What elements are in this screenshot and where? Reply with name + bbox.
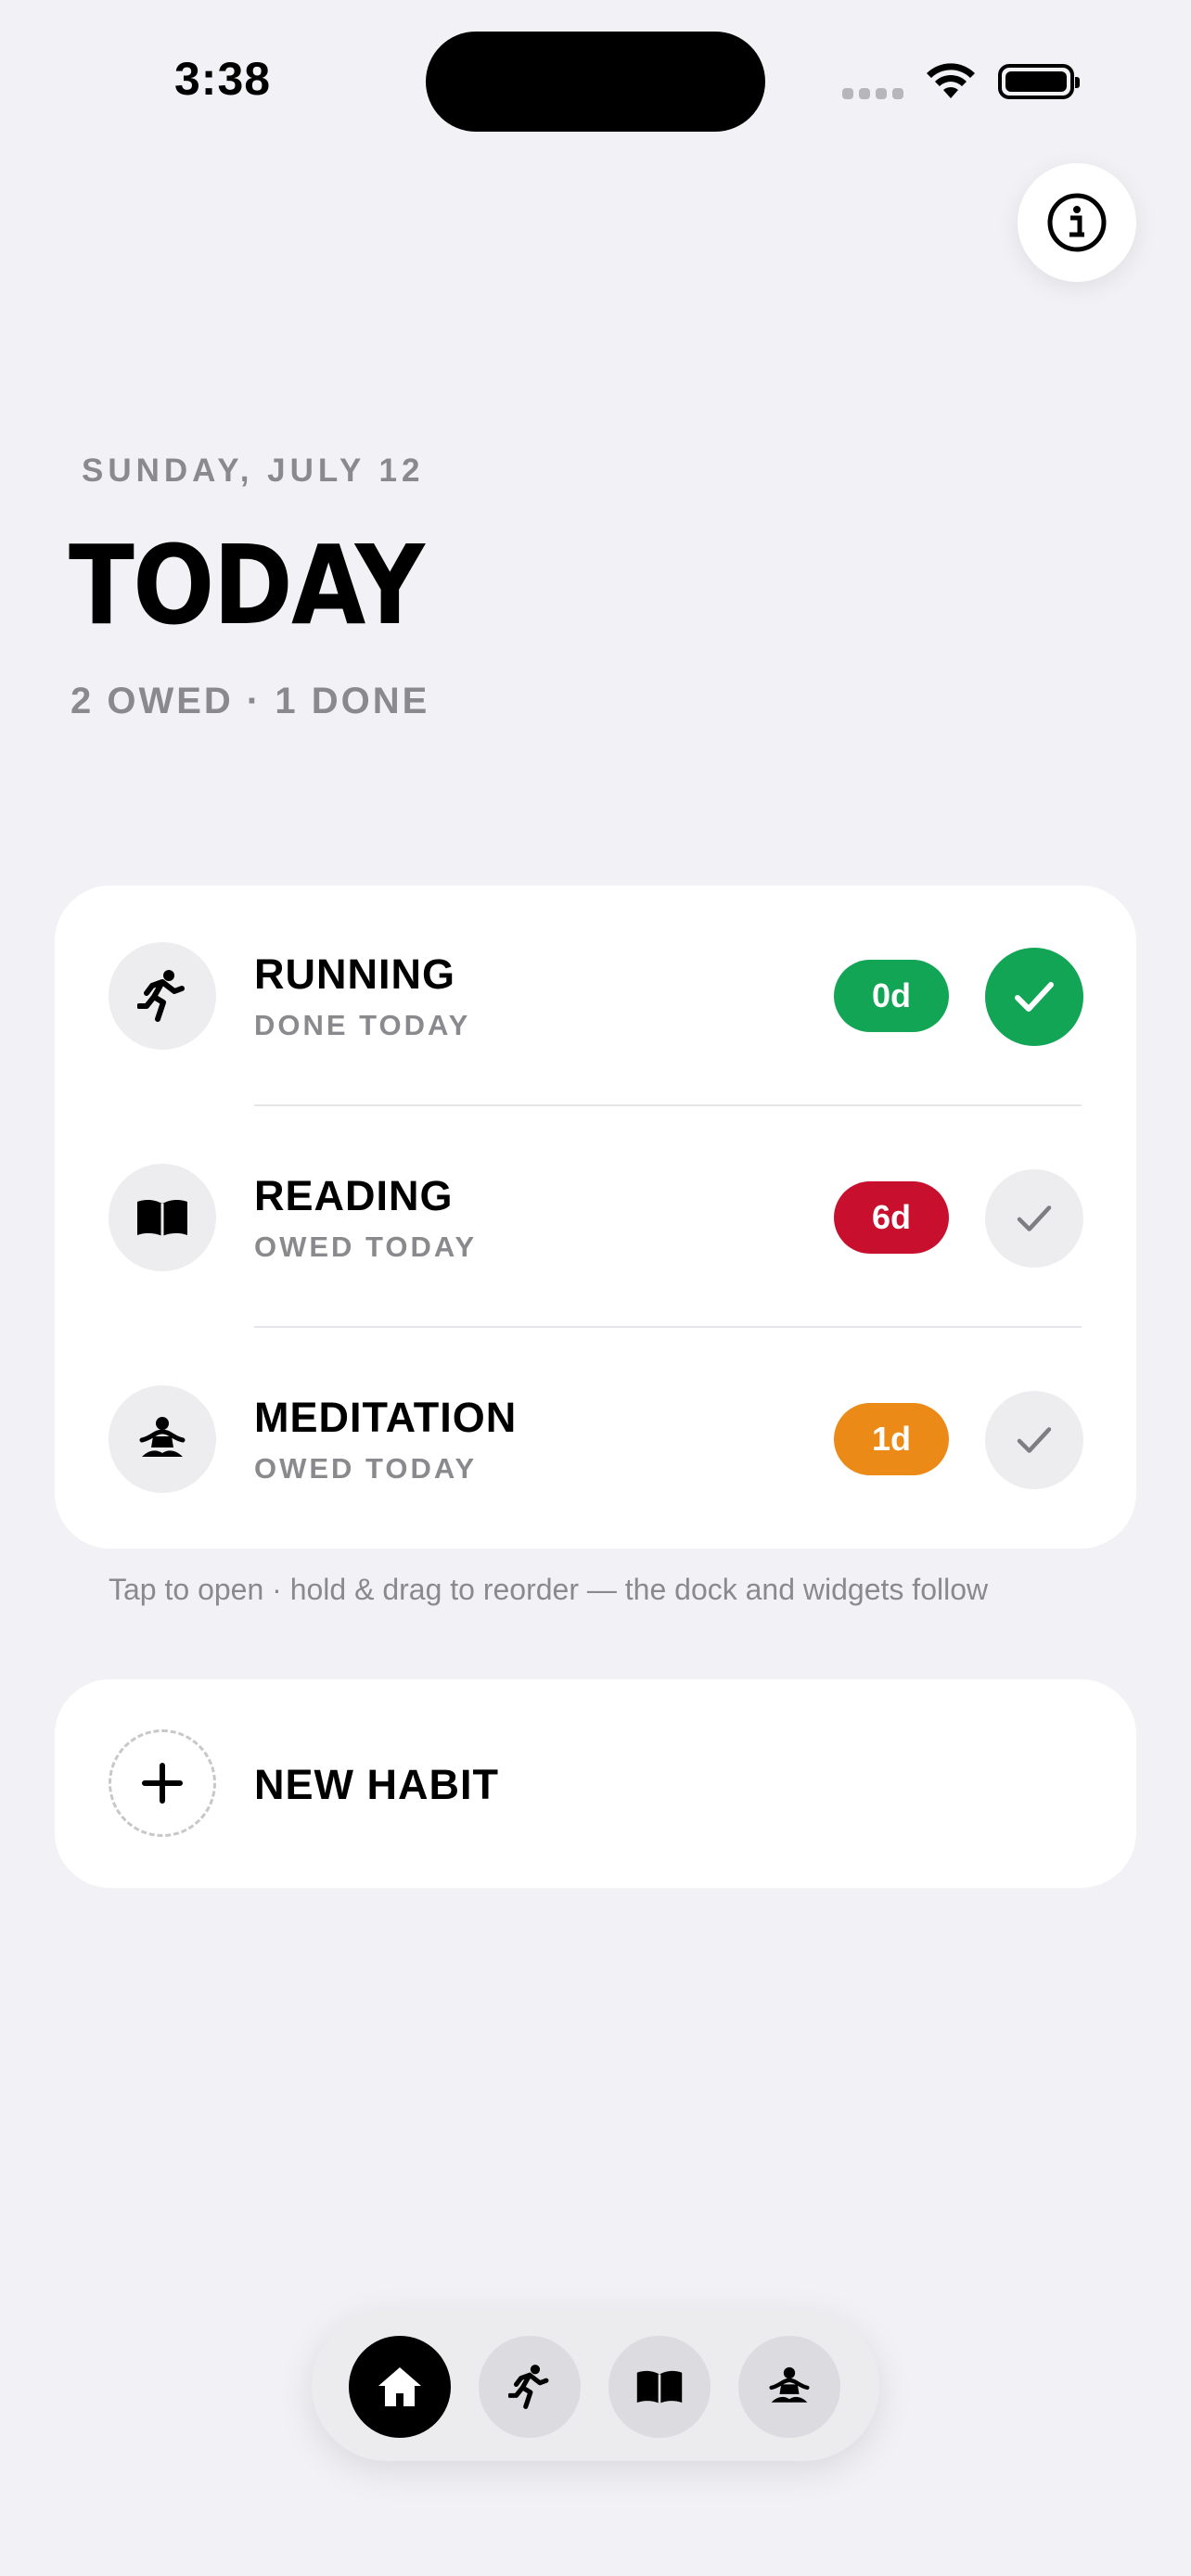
dock-meditation-button[interactable] (738, 2336, 840, 2438)
book-icon (109, 1164, 216, 1271)
dock-reading-button[interactable] (608, 2336, 711, 2438)
wifi-icon (927, 63, 975, 98)
habit-name: READING (254, 1172, 454, 1219)
checkmark-icon (1015, 982, 1054, 1012)
new-habit-label: NEW HABIT (254, 1761, 499, 1808)
checkmark-icon (1017, 1427, 1052, 1453)
meditation-icon (769, 2366, 810, 2403)
habit-status: DONE TODAY (254, 1009, 471, 1041)
status-indicators (842, 54, 1080, 109)
cellular-signal-icon (842, 88, 903, 99)
habit-summary: 2 OWED · 1 DONE (70, 681, 430, 721)
dock-home-button[interactable] (349, 2336, 451, 2438)
streak-badge: 1d (834, 1403, 949, 1475)
plus-icon (109, 1729, 216, 1837)
checkmark-icon (1017, 1205, 1052, 1231)
meditation-icon (109, 1385, 216, 1493)
battery-icon (998, 64, 1080, 99)
streak-badge: 0d (834, 960, 949, 1032)
today-screen: 3:38 SUNDAY, JULY 12 TODAY 2 OWED · 1 DO… (0, 0, 1191, 2576)
status-time: 3:38 (174, 53, 272, 105)
row-divider (254, 1326, 1082, 1328)
info-icon (1047, 193, 1107, 252)
streak-badge: 6d (834, 1181, 949, 1254)
page-title: TODAY (69, 521, 425, 649)
reorder-hint: Tap to open · hold & drag to reorder — t… (109, 1573, 989, 1606)
bottom-dock (312, 2311, 879, 2461)
habit-name: RUNNING (254, 950, 455, 998)
complete-toggle[interactable] (985, 948, 1083, 1046)
habit-name: MEDITATION (254, 1394, 518, 1441)
running-icon (109, 942, 216, 1050)
new-habit-button[interactable]: NEW HABIT (55, 1679, 1136, 1888)
habit-row-running[interactable]: RUNNING DONE TODAY 0d (55, 886, 1136, 1107)
running-icon (508, 2365, 549, 2409)
habit-status: OWED TODAY (254, 1452, 478, 1485)
home-icon (378, 2367, 421, 2406)
habit-row-meditation[interactable]: MEDITATION OWED TODAY 1d (55, 1329, 1136, 1550)
complete-toggle[interactable] (985, 1391, 1083, 1489)
current-date: SUNDAY, JULY 12 (82, 453, 425, 489)
habit-row-reading[interactable]: READING OWED TODAY 6d (55, 1107, 1136, 1329)
dynamic-island (426, 32, 765, 132)
complete-toggle[interactable] (985, 1169, 1083, 1268)
habit-list-card: RUNNING DONE TODAY 0d READING OWED TODAY (55, 886, 1136, 1549)
habit-status: OWED TODAY (254, 1231, 478, 1263)
row-divider (254, 1104, 1082, 1106)
book-icon (636, 2370, 683, 2404)
dock-running-button[interactable] (479, 2336, 581, 2438)
info-button[interactable] (1018, 163, 1136, 282)
